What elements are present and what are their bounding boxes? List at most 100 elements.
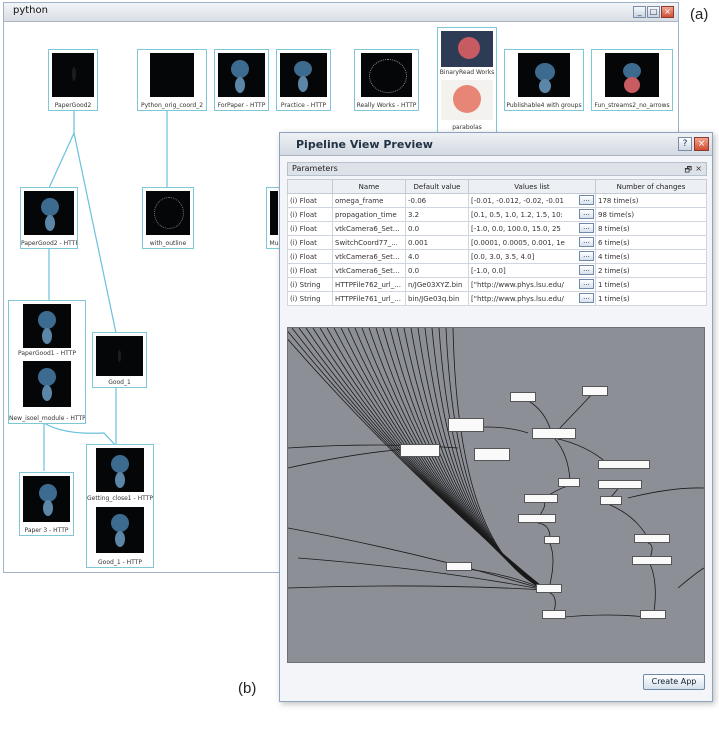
- version-node-papergood2-http[interactable]: PaperGood2 - HTTP: [20, 187, 78, 249]
- pipeline-module[interactable]: [400, 444, 440, 457]
- thumbnail: [605, 53, 659, 97]
- param-values-list[interactable]: [0.1, 0.5, 1.0, 1.2, 1.5, 10:...: [468, 207, 596, 222]
- version-node-with-outline[interactable]: with_outline: [142, 187, 194, 249]
- param-default-value[interactable]: n/JGe03XYZ.bin: [405, 277, 469, 292]
- column-header[interactable]: Number of changes: [595, 179, 707, 194]
- edit-values-button[interactable]: ...: [579, 209, 594, 219]
- parameter-row[interactable]: (i) Float vtkCamera6_Set... 4.0 [0.0, 3.0, …: [287, 249, 707, 264]
- param-values-list[interactable]: [-0.01, -0.012, -0.02, -0.01...: [468, 193, 596, 208]
- values-list-text[interactable]: [-0.01, -0.012, -0.02, -0.01: [471, 197, 571, 205]
- column-header[interactable]: Name: [332, 179, 406, 194]
- pipeline-module[interactable]: [598, 460, 650, 469]
- pipeline-module[interactable]: [542, 610, 566, 619]
- column-header[interactable]: Values list: [468, 179, 596, 194]
- preview-titlebar[interactable]: Pipeline View Preview ? ×: [280, 133, 712, 156]
- param-default-value[interactable]: 3.2: [405, 207, 469, 222]
- float-panel-icon[interactable]: 🗗: [684, 164, 692, 178]
- param-default-value[interactable]: 4.0: [405, 249, 469, 264]
- param-values-list[interactable]: ["http://www.phys.lsu.edu/...: [468, 277, 596, 292]
- param-values-list[interactable]: [0.0, 3.0, 3.5, 4.0]...: [468, 249, 596, 264]
- pipeline-module[interactable]: [598, 480, 642, 489]
- values-list-text[interactable]: [-1.0, 0.0]: [471, 267, 571, 275]
- pipeline-module[interactable]: [446, 562, 472, 571]
- version-node-practice[interactable]: Practice - HTTP: [276, 49, 331, 111]
- edit-values-button[interactable]: ...: [579, 265, 594, 275]
- version-node-papergood2[interactable]: PaperGood2: [48, 49, 98, 111]
- pipeline-module[interactable]: [640, 610, 666, 619]
- pipeline-module[interactable]: [582, 386, 608, 396]
- parameter-row[interactable]: (i) String HTTPFile762_url_... n/JGe03XYZ.…: [287, 277, 707, 292]
- parameter-row[interactable]: (i) Float vtkCamera6_Set... 0.0 [-1.0, 0.0]…: [287, 263, 707, 278]
- param-default-value[interactable]: 0.0: [405, 221, 469, 236]
- node-label: PaperGood2 - HTTP: [21, 240, 77, 247]
- pipeline-module[interactable]: [474, 448, 510, 461]
- parameter-row[interactable]: (i) Float SwitchCoord77_... 0.001 [0.0001, …: [287, 235, 707, 250]
- values-list-text[interactable]: [0.0001, 0.0005, 0.001, 1e: [471, 239, 571, 247]
- edit-values-button[interactable]: ...: [579, 223, 594, 233]
- connection: [297, 557, 547, 591]
- version-node-python-orig[interactable]: Python_orig_coord_2: [137, 49, 207, 111]
- edit-values-button[interactable]: ...: [579, 251, 594, 261]
- column-header[interactable]: Default value: [405, 179, 469, 194]
- close-button[interactable]: ×: [694, 137, 709, 151]
- param-default-value[interactable]: -0.06: [405, 193, 469, 208]
- parameter-row[interactable]: (i) String HTTPFile761_url_... bin/JGe03q.…: [287, 291, 707, 306]
- values-list-text[interactable]: [0.0, 3.0, 3.5, 4.0]: [471, 253, 571, 261]
- edit-values-button[interactable]: ...: [579, 279, 594, 289]
- create-app-button[interactable]: Create App: [643, 674, 705, 690]
- param-type: (i) Float: [287, 221, 333, 236]
- pipeline-module[interactable]: [532, 428, 576, 439]
- edge: [48, 111, 75, 189]
- values-list-text[interactable]: [0.1, 0.5, 1.0, 1.2, 1.5, 10:: [471, 211, 571, 219]
- pipeline-module[interactable]: [558, 478, 580, 487]
- values-list-text[interactable]: ["http://www.phys.lsu.edu/: [471, 295, 571, 303]
- thumbnail: [518, 53, 570, 97]
- thumbnail: [146, 191, 190, 235]
- parameter-row[interactable]: (i) Float omega_frame -0.06 [-0.01, -0.012,…: [287, 193, 707, 208]
- version-node-publishable[interactable]: Publishable4 with groups: [504, 49, 584, 111]
- param-values-list[interactable]: [-1.0, 0.0, 100.0, 15.0, 25...: [468, 221, 596, 236]
- version-node-getting-close[interactable]: Getting_close1 - HTTP Good_1 - HTTP: [86, 444, 154, 568]
- parameter-row[interactable]: (i) Float propagation_time 3.2 [0.1, 0.5, 1…: [287, 207, 707, 222]
- thumbnail: [270, 191, 278, 235]
- edit-values-button[interactable]: ...: [579, 237, 594, 247]
- param-default-value[interactable]: bin/JGe03q.bin: [405, 291, 469, 306]
- pipeline-module[interactable]: [632, 556, 672, 565]
- connection: [305, 328, 547, 591]
- version-node-paper3[interactable]: Paper 3 - HTTP: [19, 472, 74, 536]
- help-button[interactable]: ?: [678, 137, 692, 151]
- parameter-row[interactable]: (i) Float vtkCamera6_Set... 0.0 [-1.0, 0.0,…: [287, 221, 707, 236]
- column-header[interactable]: [287, 179, 333, 194]
- edit-values-button[interactable]: ...: [579, 195, 594, 205]
- pipeline-module[interactable]: [634, 534, 670, 543]
- version-node-binaryread[interactable]: BinaryRead Works parabolas: [437, 27, 497, 133]
- pipeline-view-preview-window: Pipeline View Preview ? × Parameters 🗗 ×…: [279, 132, 713, 702]
- values-list-text[interactable]: [-1.0, 0.0, 100.0, 15.0, 25: [471, 225, 571, 233]
- pipeline-module[interactable]: [544, 536, 560, 544]
- pipeline-module[interactable]: [518, 514, 556, 523]
- pipeline-module[interactable]: [600, 496, 622, 505]
- param-values-list[interactable]: [-1.0, 0.0]...: [468, 263, 596, 278]
- param-name: SwitchCoord77_...: [332, 235, 406, 250]
- thumbnail: [96, 507, 144, 553]
- pipeline-canvas[interactable]: [287, 327, 705, 663]
- version-node-really-works[interactable]: Really Works - HTTP: [354, 49, 419, 111]
- param-default-value[interactable]: 0.001: [405, 235, 469, 250]
- version-node-good1[interactable]: Good_1: [92, 332, 147, 388]
- version-node-fun-streams[interactable]: Fun_streams2_no_arrows: [591, 49, 673, 111]
- param-default-value[interactable]: 0.0: [405, 263, 469, 278]
- pipeline-module[interactable]: [510, 392, 536, 402]
- node-label: Publishable4 with groups: [506, 102, 582, 109]
- edit-values-button[interactable]: ...: [579, 293, 594, 303]
- version-node-forpaper[interactable]: ForPaper - HTTP: [214, 49, 269, 111]
- connection: [649, 563, 656, 613]
- pipeline-module[interactable]: [448, 418, 484, 432]
- pipeline-module[interactable]: [536, 584, 562, 593]
- values-list-text[interactable]: ["http://www.phys.lsu.edu/: [471, 281, 571, 289]
- param-values-list[interactable]: ["http://www.phys.lsu.edu/...: [468, 291, 596, 306]
- param-values-list[interactable]: [0.0001, 0.0005, 0.001, 1e...: [468, 235, 596, 250]
- pipeline-module[interactable]: [524, 494, 558, 503]
- node-label: Python_orig_coord_2: [140, 102, 204, 109]
- version-node-papergood1[interactable]: PaperGood1 - HTTP New_isoel_module - HTT…: [8, 300, 86, 424]
- close-panel-icon[interactable]: ×: [695, 164, 702, 173]
